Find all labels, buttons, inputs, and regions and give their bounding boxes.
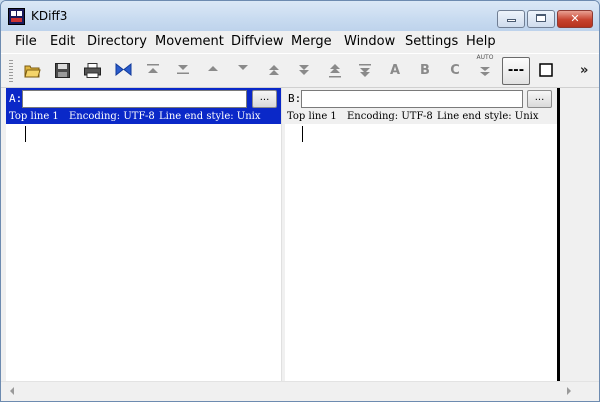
pane-a-line-end: Line end style: Unix — [159, 111, 261, 122]
choose-a-icon[interactable]: A — [384, 60, 406, 82]
menu-diffview[interactable]: Diffview — [231, 34, 284, 49]
menu-window[interactable]: Window — [344, 34, 395, 49]
pane-a-header: A: ... — [6, 88, 281, 110]
go-prev-unsolved-icon[interactable] — [324, 60, 346, 82]
menu-merge[interactable]: Merge — [291, 34, 332, 49]
menu-help[interactable]: Help — [466, 34, 496, 49]
diff-pane-a[interactable]: A: ... Top line 1 Encoding: UTF-8 Line e… — [6, 88, 281, 381]
pane-a-path-input[interactable] — [22, 90, 247, 108]
auto-advance-icon[interactable]: AUTO — [474, 54, 496, 82]
pane-a-top-line: Top line 1 — [9, 111, 59, 122]
go-next-conflict-icon[interactable] — [293, 60, 315, 82]
auto-label: AUTO — [476, 54, 494, 61]
minimize-icon — [506, 18, 516, 22]
pane-a-browse-button[interactable]: ... — [252, 90, 277, 108]
pane-b-header: B: ... — [285, 88, 557, 110]
go-bottom-icon[interactable] — [172, 60, 194, 82]
print-icon[interactable] — [81, 60, 103, 82]
choose-c-icon[interactable]: C — [444, 60, 466, 82]
go-prev-conflict-icon[interactable] — [263, 60, 285, 82]
menu-movement[interactable]: Movement — [155, 34, 224, 49]
go-prev-delta-icon[interactable] — [202, 60, 224, 82]
scroll-left-arrow-icon[interactable] — [10, 387, 14, 395]
right-strip — [560, 88, 599, 381]
app-window: KDiff3 ✕ File Edit Directory Movement Di… — [0, 0, 600, 402]
pane-a-info-bar: Top line 1 Encoding: UTF-8 Line end styl… — [6, 110, 281, 124]
go-top-icon[interactable] — [142, 60, 164, 82]
pane-a-encoding: Encoding: UTF-8 — [69, 111, 155, 122]
pane-b-info-bar: Top line 1 Encoding: UTF-8 Line end styl… — [285, 110, 557, 124]
menu-bar: File Edit Directory Movement Diffview Me… — [1, 31, 599, 52]
pane-b-top-line: Top line 1 — [287, 111, 337, 122]
close-icon: ✕ — [570, 12, 580, 25]
horizontal-scrollbar[interactable] — [1, 381, 599, 401]
pane-b-line-end: Line end style: Unix — [437, 111, 539, 122]
go-next-delta-icon[interactable] — [232, 60, 254, 82]
minimize-button[interactable] — [497, 10, 525, 28]
title-bar[interactable]: KDiff3 ✕ — [1, 1, 599, 31]
maximize-icon — [536, 14, 546, 22]
merge-bowtie-icon[interactable] — [112, 60, 134, 82]
kdiff3-app-icon[interactable] — [8, 8, 25, 25]
pane-b-browse-button[interactable]: ... — [527, 90, 552, 108]
choose-b-icon[interactable]: B — [414, 60, 436, 82]
show-whitespace-icon[interactable]: --- — [502, 57, 530, 85]
menu-settings[interactable]: Settings — [405, 34, 458, 49]
go-next-unsolved-icon[interactable] — [354, 60, 376, 82]
toolbar-grip[interactable] — [9, 60, 13, 84]
show-linenumbers-icon[interactable] — [535, 60, 557, 82]
diff-pane-b[interactable]: B: ... Top line 1 Encoding: UTF-8 Line e… — [285, 88, 557, 381]
pane-b-letter: B: — [288, 92, 302, 105]
window-title: KDiff3 — [31, 9, 68, 23]
pane-b-path-input[interactable] — [301, 90, 523, 108]
toolbar: A B C AUTO --- » — [1, 53, 599, 88]
menu-file[interactable]: File — [15, 34, 37, 49]
menu-directory[interactable]: Directory — [87, 34, 147, 49]
pane-a-text-cursor — [25, 126, 26, 142]
pane-b-encoding: Encoding: UTF-8 — [347, 111, 433, 122]
whitespace-label: --- — [507, 63, 525, 78]
pane-a-letter: A: — [9, 92, 23, 105]
more-icon[interactable]: » — [580, 63, 588, 78]
close-button[interactable]: ✕ — [557, 10, 593, 28]
menu-edit[interactable]: Edit — [50, 34, 75, 49]
scroll-right-arrow-icon[interactable] — [567, 387, 571, 395]
save-icon[interactable] — [51, 60, 73, 82]
open-folder-icon[interactable] — [21, 60, 43, 82]
pane-b-text-cursor — [302, 126, 303, 142]
maximize-button[interactable] — [527, 10, 555, 28]
